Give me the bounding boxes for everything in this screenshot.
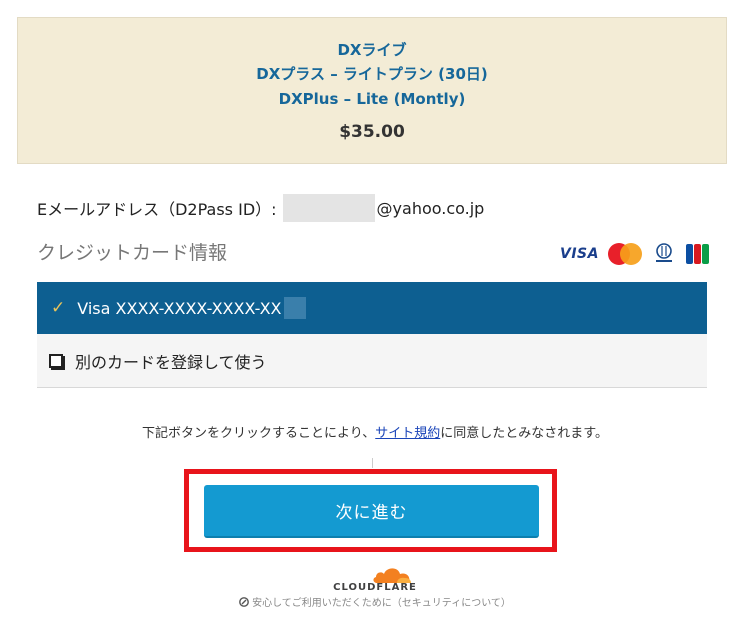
- link-icon: [239, 596, 249, 607]
- plan-price: $35.00: [339, 122, 405, 142]
- credit-card-title: クレジットカード情報: [37, 242, 228, 264]
- new-card-option[interactable]: 別のカードを登録して使う: [37, 334, 707, 388]
- terms-text-before: 下記ボタンをクリックすることにより、: [142, 426, 376, 441]
- next-button[interactable]: 次に進む: [204, 485, 539, 538]
- saved-card-option[interactable]: ✓ Visa XXXX-XXXX-XXXX-XX: [37, 282, 707, 334]
- card-number-redacted: [283, 297, 306, 319]
- visa-icon: VISA: [560, 246, 599, 262]
- divider: [372, 458, 373, 468]
- plan-name-ja: DXプラス – ライトプラン (30日): [256, 65, 488, 83]
- plan-name-en: DXPlus – Lite (Montly): [278, 90, 466, 108]
- security-note[interactable]: 安心してご利用いただくために（セキュリティについて）: [0, 594, 750, 609]
- terms-link[interactable]: サイト規約: [375, 426, 440, 441]
- terms-text-after: に同意したとみなされます。: [440, 426, 608, 441]
- cloudflare-logo: CLOUDFLARE: [333, 582, 417, 593]
- new-card-label: 別のカードを登録して使う: [75, 352, 267, 372]
- card-brands: VISA: [560, 243, 710, 265]
- email-label: Eメールアドレス（D2Pass ID）:: [37, 200, 277, 219]
- terms-agreement: 下記ボタンをクリックすることにより、サイト規約に同意したとみなされます。: [0, 424, 750, 444]
- jcb-icon: [685, 244, 710, 264]
- check-icon: ✓: [51, 298, 66, 318]
- email-row: Eメールアドレス（D2Pass ID）: @yahoo.co.jp: [37, 194, 484, 222]
- plan-service: DXライブ: [337, 41, 407, 59]
- diners-club-icon: [651, 243, 677, 265]
- mastercard-icon: [607, 243, 642, 265]
- plan-summary: DXライブ DXプラス – ライトプラン (30日) DXPlus – Lite…: [17, 17, 727, 164]
- email-redacted: [282, 194, 375, 222]
- email-domain: @yahoo.co.jp: [376, 198, 485, 218]
- saved-card-label: Visa XXXX-XXXX-XXXX-XX: [77, 298, 282, 318]
- security-note-text: 安心してご利用いただくために（セキュリティについて）: [252, 598, 511, 609]
- checkbox-icon[interactable]: [49, 353, 63, 368]
